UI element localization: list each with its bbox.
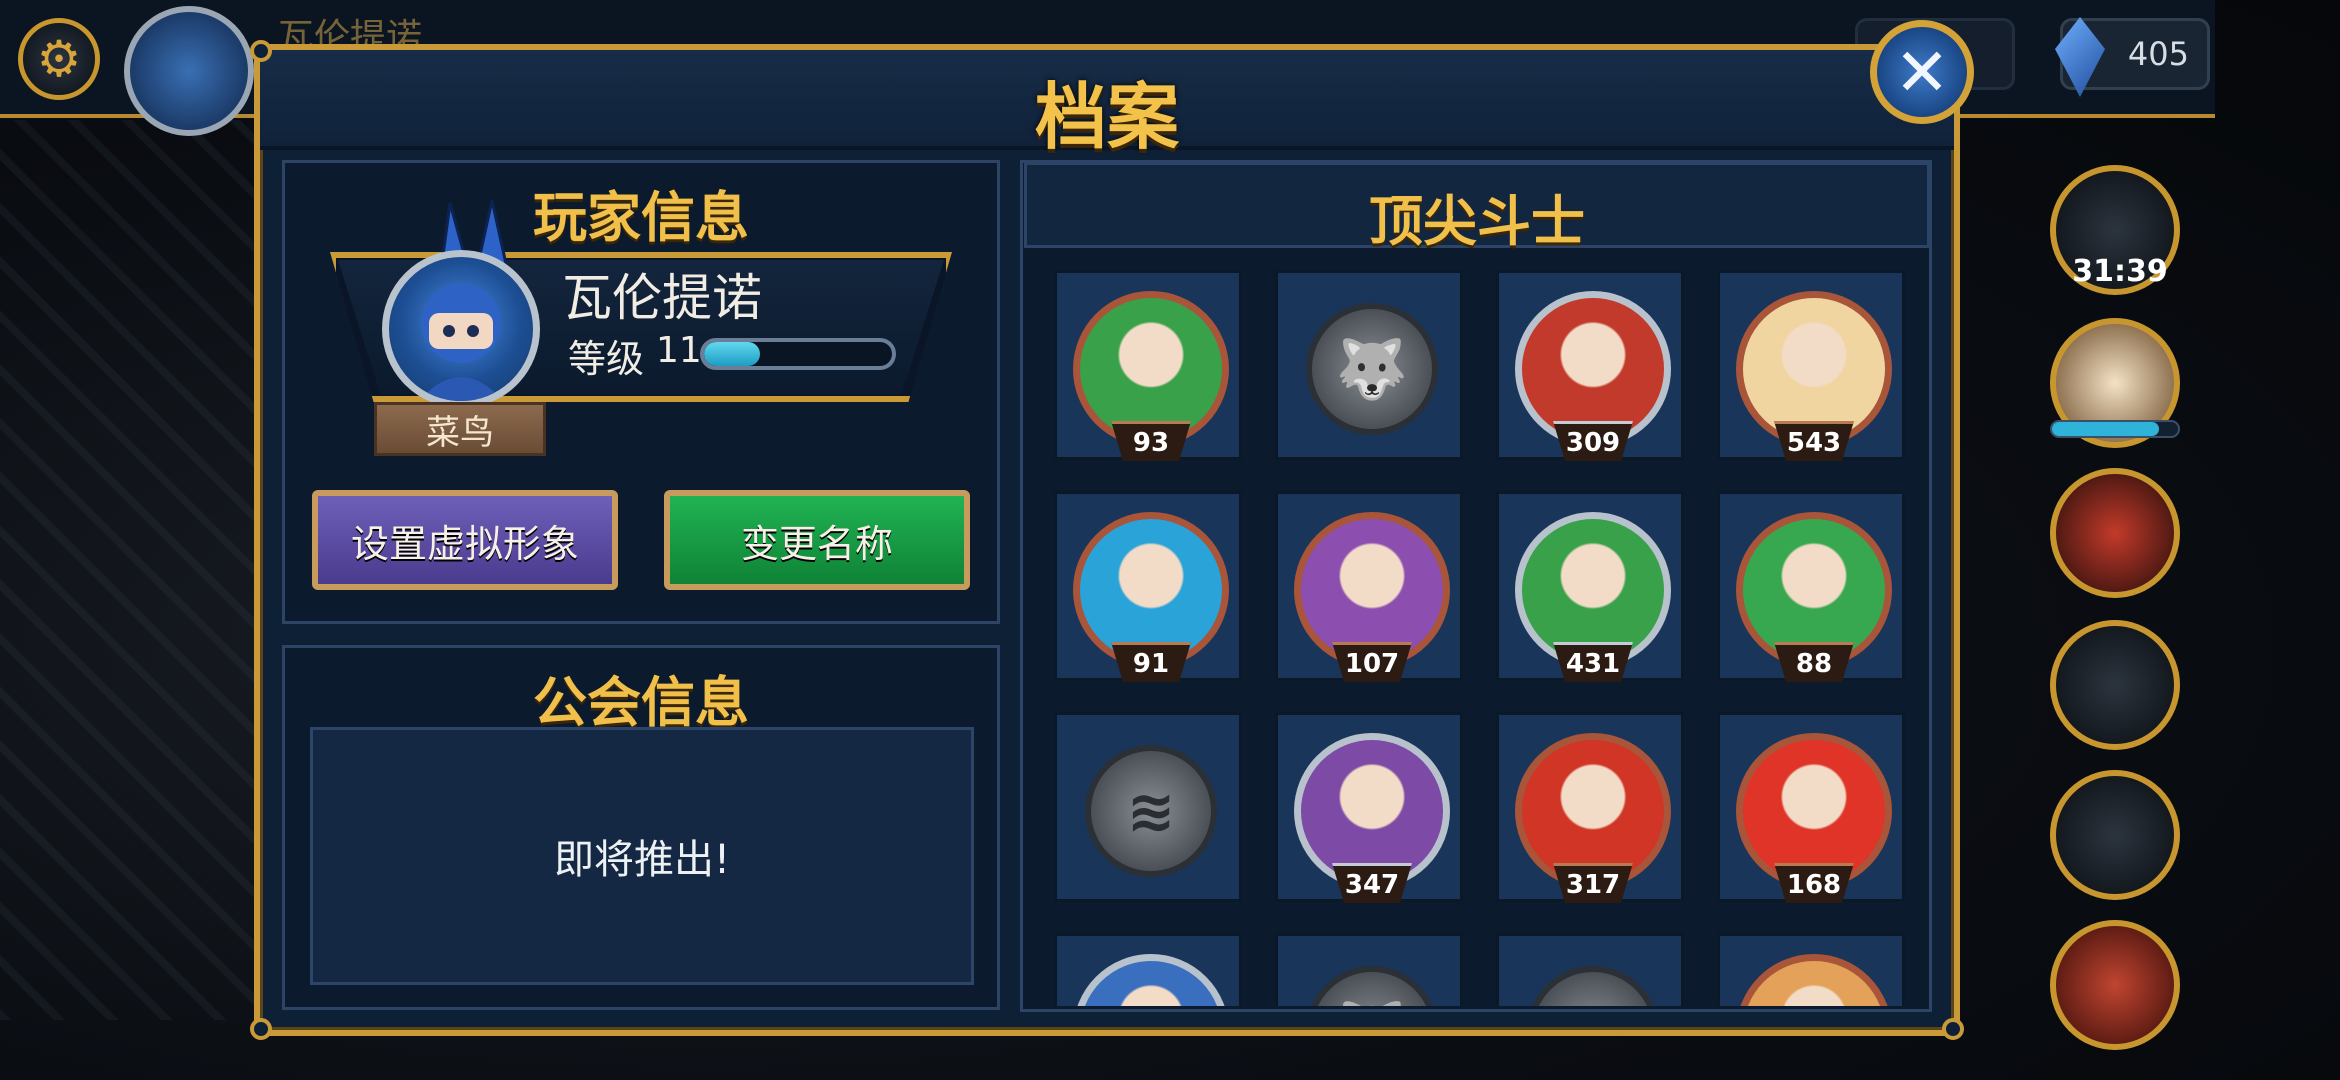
set-avatar-button[interactable]: 设置虚拟形象 [312,490,618,590]
level-value: 11 [656,330,702,371]
modal-title-band: 档案 [260,50,1954,159]
player-name: 瓦伦提诺 [562,269,762,327]
level-label: 等级 [568,337,645,381]
background-stripes [0,120,260,1020]
xp-bar-fill [704,342,761,366]
fighter-portrait [1736,954,1892,1006]
top-fighters-title: 顶尖斗士 [1369,190,1585,253]
fighter-match-count: 317 [1553,863,1633,903]
fighter-card[interactable]: 107 [1275,491,1463,682]
corner-ornament [1942,1018,1964,1040]
player-info-title: 玩家信息 [533,186,749,249]
guild-content-box: 即将推出! [310,727,974,985]
fighter-card[interactable]: ⚙ [1496,933,1684,1006]
fighter-card[interactable]: 543 [1717,270,1905,461]
close-icon[interactable]: ✕ [1870,20,1974,124]
fighter-portrait [1073,954,1229,1006]
xp-bar [700,338,896,370]
fighter-match-count: 168 [1774,863,1854,903]
modal-title: 档案 [1034,75,1179,159]
vault-icon[interactable] [2050,620,2180,750]
wolf-icon: 🐺 [1306,303,1438,435]
rename-button[interactable]: 变更名称 [664,490,970,590]
fighter-card[interactable] [1717,933,1905,1006]
fighter-card[interactable]: 431 [1496,491,1684,682]
fighter-card[interactable]: 91 [1054,491,1242,682]
fighter-grid[interactable]: 93 🐺 309 543 91 107 431 88 ≋ 347 317 168 🐺 ⚙ [1054,270,1914,1006]
fighter-card[interactable]: 🐺 [1275,933,1463,1006]
fighter-match-count: 93 [1111,421,1191,461]
fighter-match-count: 88 [1774,642,1854,682]
fighter-card[interactable]: 168 [1717,712,1905,903]
fighter-card[interactable]: 309 [1496,270,1684,461]
event-timer: 31:39 [2072,254,2168,289]
corner-ornament [250,1018,272,1040]
wolf-icon: 🐺 [1306,966,1438,1006]
fighter-match-count: 309 [1553,421,1633,461]
avatar-portrait-icon [419,283,503,401]
fighter-card[interactable]: 88 [1717,491,1905,682]
fighter-card[interactable] [1054,933,1242,1006]
fighter-match-count: 347 [1332,863,1412,903]
rank-badge: 菜鸟 [374,402,546,456]
fighter-match-count: 91 [1111,642,1191,682]
fighter-match-count: 431 [1553,642,1633,682]
bag-icon[interactable] [2050,770,2180,900]
fighter-card[interactable]: 93 [1054,270,1242,461]
guild-coming-soon: 即将推出! [553,837,731,883]
top-fighters-header: 顶尖斗士 [1024,162,1930,253]
energy-bar-fill [2052,422,2160,436]
hud-avatar[interactable] [124,6,254,136]
gem-counter[interactable]: 405 [2055,17,2210,97]
gear-lock-icon: ⚙ [1527,966,1659,1006]
fighter-match-count: 107 [1332,642,1412,682]
corner-ornament [250,40,272,62]
gem-count: 405 [2127,35,2189,73]
settings-gear-icon[interactable]: ⚙ [18,18,100,100]
gem-icon [2055,17,2105,97]
fighter-card[interactable]: ≋ [1054,712,1242,902]
fighter-match-count: 543 [1774,421,1854,461]
fighter-card[interactable]: 347 [1275,712,1463,903]
energy-bar [2050,420,2180,438]
fighter-card[interactable]: 🐺 [1275,270,1463,460]
shop-tv-icon[interactable] [2050,920,2180,1050]
fish-bone-icon: ≋ [1085,745,1217,877]
hero-shortcut-icon[interactable] [2050,468,2180,598]
guild-info-title: 公会信息 [533,671,749,734]
fighter-card[interactable]: 317 [1496,712,1684,903]
player-avatar[interactable] [382,250,540,408]
